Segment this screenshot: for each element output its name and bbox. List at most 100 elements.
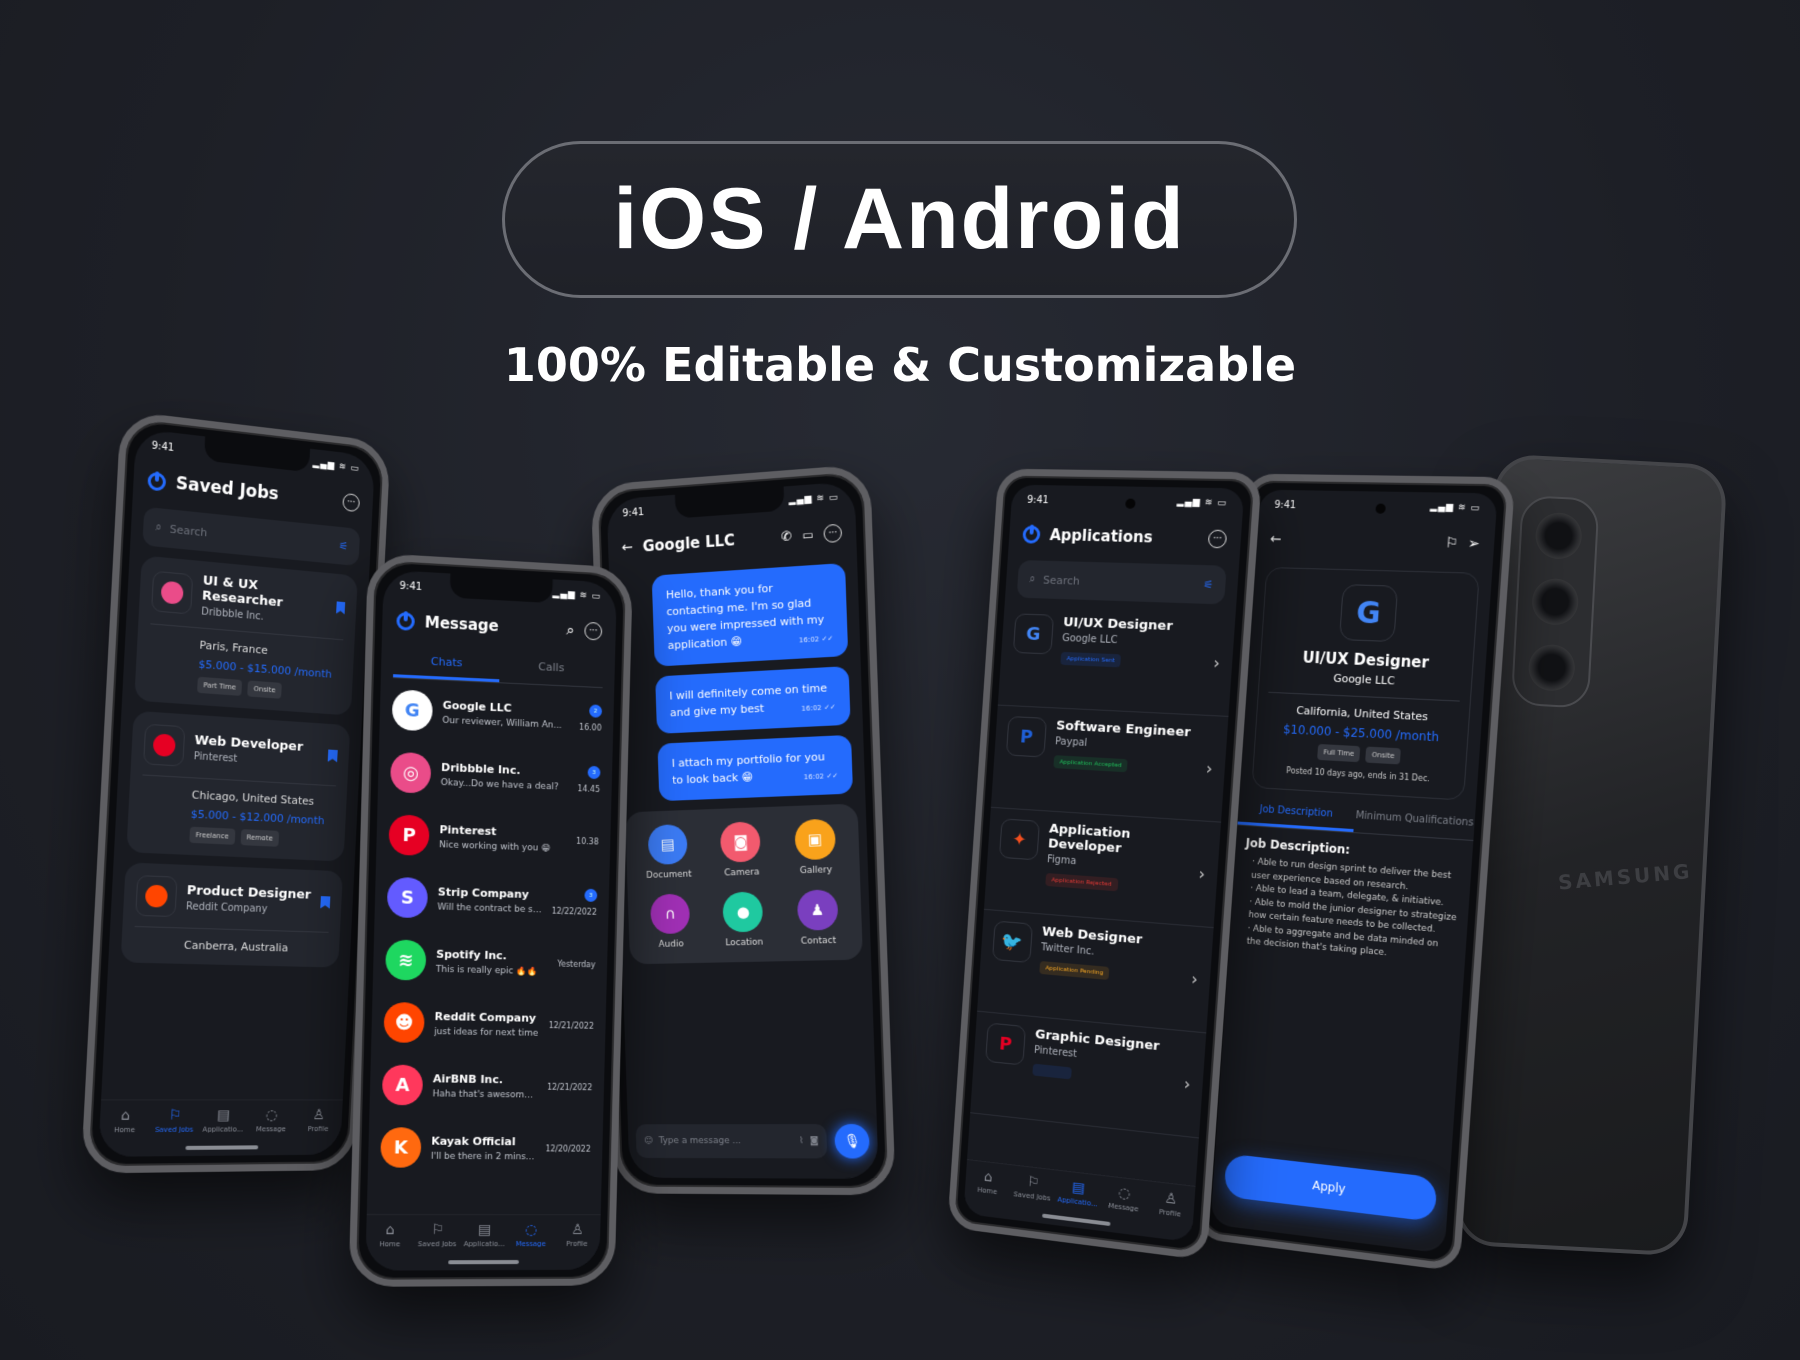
job-location: Canberra, Australia — [183, 938, 289, 955]
message-input[interactable]: ☺ Type a message ... ⌇ ◙ — [635, 1124, 828, 1159]
more-icon[interactable]: ··· — [342, 492, 361, 513]
divider — [134, 925, 329, 933]
chat-time: 12/20/2022 — [545, 1143, 591, 1154]
nav-item-0[interactable]: ⌂ Home — [100, 1108, 150, 1135]
chevron-right-icon[interactable]: › — [1183, 1074, 1191, 1094]
nav-item-1[interactable]: ⚐ Saved Jobs — [413, 1222, 461, 1248]
chat-item[interactable]: P Pinterest Nice working with you 😁 10.38 — [376, 803, 611, 873]
more-icon[interactable]: ··· — [584, 621, 603, 641]
message-list: Hello, thank you for contacting me. I'm … — [609, 562, 865, 803]
unread-badge: 2 — [589, 704, 603, 718]
chat-item[interactable]: G Google LLC Our reviewer, William An... 2 1… — [379, 678, 614, 750]
nav-item-0[interactable]: ⌂ Home — [965, 1168, 1011, 1198]
nav-label: Saved Jobs — [154, 1125, 194, 1134]
nav-label: Applicatio... — [463, 1240, 505, 1249]
company-logo — [135, 875, 178, 918]
attach-label: Camera — [724, 867, 760, 879]
nav-item-3[interactable]: ◌ Message — [247, 1107, 295, 1133]
bookmark-icon[interactable] — [336, 601, 345, 614]
chat-item[interactable]: ☻ Reddit Company just ideas for next time 1… — [371, 991, 606, 1057]
chat-item[interactable]: S Strip Company Will the contract be sent?… — [374, 865, 609, 934]
paperclip-icon[interactable]: ⌇ — [799, 1136, 804, 1146]
nav-icon: ⚐ — [1026, 1174, 1040, 1192]
video-icon[interactable]: ▭ — [802, 528, 814, 543]
job-card[interactable]: UI & UX Researcher Dribbble Inc. Paris, Fr… — [134, 555, 358, 716]
nav-item-3[interactable]: ◌ Message — [1100, 1184, 1148, 1215]
attach-camera[interactable]: ◙ Camera — [703, 821, 779, 879]
chevron-right-icon[interactable]: › — [1205, 759, 1213, 779]
company-name: Reddit Company — [185, 900, 268, 915]
nav-item-4[interactable]: ♙ Profile — [554, 1222, 601, 1248]
application-info: Software Engineer Paypal Application Accep… — [1053, 718, 1191, 775]
app-logo-icon — [147, 471, 167, 492]
camera-lens-icon — [1534, 511, 1583, 561]
camera-icon[interactable]: ◙ — [810, 1136, 819, 1146]
application-item[interactable]: P Software Engineer Paypal Application Acce… — [990, 705, 1229, 823]
nav-item-2[interactable]: ▤ Applicatio... — [199, 1107, 247, 1133]
nav-label: Profile — [566, 1239, 588, 1248]
chevron-right-icon[interactable]: › — [1213, 653, 1221, 673]
search-input[interactable]: ⌕ Search ⚟ — [1016, 560, 1227, 605]
posted-text: Posted 10 days ago, ends in 31 Dec. — [1286, 766, 1431, 784]
bookmark-icon[interactable]: ⚐ — [1444, 535, 1458, 552]
more-icon[interactable]: ··· — [1207, 529, 1228, 549]
tab-chats[interactable]: Chats — [393, 644, 500, 683]
nav-item-4[interactable]: ♙ Profile — [1146, 1189, 1195, 1220]
back-arrow-icon[interactable]: ← — [621, 539, 633, 556]
application-item[interactable]: P Graphic Designer Pinterest › — [970, 1011, 1207, 1139]
chat-name: Kayak Official — [431, 1134, 516, 1148]
detail-header: ← ⚐ ➢ — [1255, 519, 1495, 565]
nav-label: Home — [977, 1185, 998, 1197]
attach-location[interactable]: ● Location — [706, 891, 782, 949]
nav-item-2[interactable]: ▤ Applicatio... — [1054, 1178, 1101, 1208]
nav-item-3[interactable]: ◌ Message — [507, 1222, 554, 1248]
avatar: A — [381, 1064, 424, 1106]
chevron-right-icon[interactable]: › — [1191, 969, 1199, 989]
message-time: 16:02 ✓✓ — [803, 772, 839, 782]
chat-meta: 12/20/2022 — [545, 1144, 590, 1153]
nav-item-4[interactable]: ♙ Profile — [295, 1107, 342, 1133]
emoji-icon[interactable]: ☺ — [644, 1136, 653, 1146]
filter-icon[interactable]: ⚟ — [338, 539, 348, 553]
attach-gallery[interactable]: ▣ Gallery — [777, 818, 854, 877]
chat-item[interactable]: A AirBNB Inc. Haha that's awesome! 😂 12/21/… — [369, 1053, 604, 1118]
attach-audio[interactable]: ∩ Audio — [634, 893, 708, 950]
chat-time: Yesterday — [557, 959, 596, 969]
job-info: Product Designer Reddit Company — [186, 883, 312, 916]
tab-calls[interactable]: Calls — [499, 650, 604, 687]
chat-item[interactable]: ◎ Dribbble Inc. Okay...Do we have a deal? 3… — [378, 740, 613, 811]
filter-icon[interactable]: ⚟ — [1203, 578, 1214, 592]
send-icon[interactable]: ➢ — [1467, 536, 1480, 553]
message-time: 16:02 ✓✓ — [801, 703, 836, 714]
company-logo: P — [985, 1022, 1026, 1066]
chat-item[interactable]: K Kayak Official I'll be there in 2 mins ⏰… — [368, 1116, 604, 1180]
attachment-panel: ▤ Document ◙ Camera ▣ Gallery ∩ Audio ● Location ♟… — [624, 803, 863, 965]
mic-button[interactable]: 🎙 — [834, 1124, 870, 1159]
job-location: California, United States — [1295, 704, 1429, 724]
job-card[interactable]: Product Designer Reddit Company Canberra, … — [120, 862, 343, 968]
tag: Onsite — [1365, 746, 1401, 765]
nav-item-0[interactable]: ⌂ Home — [366, 1222, 414, 1248]
nav-label: Saved Jobs — [1013, 1190, 1051, 1203]
application-item[interactable]: G UI/UX Designer Google LLC Application Sen… — [997, 603, 1236, 717]
back-arrow-icon[interactable]: ← — [1270, 531, 1436, 551]
attach-document[interactable]: ▤ Document — [631, 824, 705, 882]
apply-button[interactable]: Apply — [1223, 1153, 1438, 1223]
attach-contact[interactable]: ♟ Contact — [779, 889, 856, 947]
more-icon[interactable]: ··· — [823, 523, 843, 544]
nav-item-1[interactable]: ⚐ Saved Jobs — [150, 1107, 199, 1134]
nav-item-2[interactable]: ▤ Applicatio... — [461, 1222, 508, 1249]
chevron-right-icon[interactable]: › — [1198, 864, 1206, 884]
bookmark-icon[interactable] — [328, 749, 338, 762]
chat-title: Google LLC — [642, 531, 736, 556]
phone-icon[interactable]: ✆ — [781, 529, 792, 545]
nav-item-1[interactable]: ⚐ Saved Jobs — [1009, 1173, 1056, 1203]
application-item[interactable]: ✦ Application Developer Figma Application R… — [983, 807, 1222, 929]
bookmark-icon[interactable] — [320, 896, 330, 909]
chat-meta: 3 14.45 — [577, 765, 601, 794]
job-card[interactable]: Web Developer Pinterest Chicago, United St… — [126, 710, 351, 862]
status-badge: Application Rejected — [1045, 873, 1118, 892]
signal-wifi-battery-icon: ▂▄▆ ≋ ▭ — [1176, 497, 1228, 509]
chat-item[interactable]: ≋ Spotify Inc. This is really epic 🔥🔥 Yeste… — [373, 928, 608, 995]
search-icon[interactable]: ⌕ — [566, 621, 575, 639]
